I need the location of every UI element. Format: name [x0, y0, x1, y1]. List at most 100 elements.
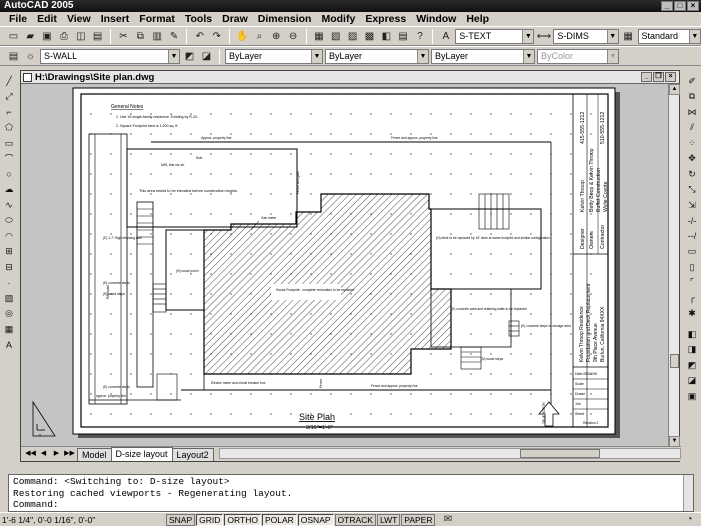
- fillet-icon[interactable]: ╭: [685, 291, 699, 306]
- lineweight-select[interactable]: ByLayer ▼: [431, 48, 535, 64]
- extend-icon[interactable]: --/: [685, 229, 699, 244]
- menu-draw[interactable]: Draw: [217, 13, 253, 25]
- copy-icon[interactable]: ⧉: [133, 29, 148, 44]
- help-icon[interactable]: ?: [413, 29, 428, 44]
- tray-settings-icon[interactable]: ◔: [682, 512, 697, 526]
- preview-icon[interactable]: ◫: [73, 29, 88, 44]
- redo-icon[interactable]: ↷: [209, 29, 224, 44]
- first-tab-icon[interactable]: ◀◀: [25, 448, 36, 459]
- ellipse-arc-icon[interactable]: ◠: [2, 229, 16, 244]
- maximize-button[interactable]: □: [674, 1, 686, 11]
- arc-icon[interactable]: ⌒: [2, 152, 16, 167]
- horizontal-scroll-thumb[interactable]: [519, 449, 600, 458]
- ellipse-icon[interactable]: ⬭: [2, 214, 16, 229]
- copy-object-icon[interactable]: ⧉: [685, 90, 699, 105]
- menu-insert[interactable]: Insert: [96, 13, 135, 25]
- bring-front-icon[interactable]: ◨: [685, 343, 699, 358]
- mirror-icon[interactable]: ⋈: [685, 105, 699, 120]
- coordinate-readout[interactable]: 1'-6 1/4", 0'-0 1/16", 0'-0": [0, 515, 166, 525]
- doc-close-button[interactable]: ×: [665, 72, 676, 82]
- drawing-canvas[interactable]: General Notes 1. Use 16 single-family re…: [21, 84, 669, 447]
- break-icon[interactable]: ▯: [685, 260, 699, 275]
- publish-icon[interactable]: ▤: [90, 29, 105, 44]
- snap-toggle[interactable]: SNAP: [166, 513, 196, 526]
- command-scrollbar[interactable]: [683, 475, 693, 511]
- minimize-button[interactable]: _: [661, 1, 673, 11]
- line-icon[interactable]: ╱: [2, 74, 16, 89]
- point-icon[interactable]: ·: [2, 276, 16, 291]
- save-icon[interactable]: ▣: [40, 29, 55, 44]
- sheet-set-icon[interactable]: ▩: [362, 29, 377, 44]
- menu-format[interactable]: Format: [134, 13, 180, 25]
- make-block-icon[interactable]: ⊟: [2, 260, 16, 275]
- horizontal-scrollbar[interactable]: [218, 448, 681, 459]
- scale-icon[interactable]: ⤡: [685, 183, 699, 198]
- circle-icon[interactable]: ○: [2, 167, 16, 182]
- prev-tab-icon[interactable]: ◀: [38, 448, 49, 459]
- properties-icon[interactable]: ▦: [312, 29, 327, 44]
- vertical-scroll-thumb[interactable]: [670, 354, 679, 368]
- calculator-icon[interactable]: ▤: [396, 29, 411, 44]
- lwt-toggle[interactable]: LWT: [376, 513, 401, 526]
- erase-icon[interactable]: ✐: [685, 74, 699, 89]
- ortho-toggle[interactable]: ORTHO: [224, 513, 261, 526]
- menu-file[interactable]: File: [4, 13, 32, 25]
- menu-window[interactable]: Window: [411, 13, 461, 25]
- vertical-scrollbar[interactable]: ▲ ▼: [668, 84, 680, 447]
- table-style-select[interactable]: Standard ▼: [637, 28, 701, 44]
- plot-icon[interactable]: ⎙: [57, 29, 72, 44]
- scroll-up-icon[interactable]: ▲: [669, 84, 680, 95]
- doc-minimize-button[interactable]: _: [641, 72, 652, 82]
- doc-restore-button[interactable]: ❐: [653, 72, 664, 82]
- array-icon[interactable]: ⁘: [685, 136, 699, 151]
- spline-icon[interactable]: ∿: [2, 198, 16, 213]
- command-prompt[interactable]: Command:: [13, 499, 689, 511]
- multiline-text-icon[interactable]: A: [2, 338, 16, 353]
- bring-above-icon[interactable]: ◪: [685, 374, 699, 389]
- layer-select[interactable]: S-WALL ▼: [40, 48, 180, 64]
- revision-cloud-icon[interactable]: ☁: [2, 183, 16, 198]
- polar-toggle[interactable]: POLAR: [261, 513, 297, 526]
- paste-icon[interactable]: ▥: [150, 29, 165, 44]
- menu-edit[interactable]: Edit: [32, 13, 62, 25]
- menu-modify[interactable]: Modify: [316, 13, 360, 25]
- color-select[interactable]: ByLayer ▼: [225, 48, 323, 64]
- tab-layout2[interactable]: Layout2: [171, 448, 214, 461]
- design-center-icon[interactable]: ▧: [328, 29, 343, 44]
- linetype-select[interactable]: ByLayer ▼: [325, 48, 429, 64]
- menu-tools[interactable]: Tools: [180, 13, 217, 25]
- hatch-icon[interactable]: ▨: [2, 291, 16, 306]
- new-icon[interactable]: ▭: [6, 29, 21, 44]
- command-window[interactable]: Command: <Switching to: D-size layout> R…: [8, 474, 694, 512]
- trim-icon[interactable]: -/-: [685, 214, 699, 229]
- rectangle-icon[interactable]: ▭: [2, 136, 16, 151]
- pan-icon[interactable]: ✋: [235, 29, 250, 44]
- polygon-icon[interactable]: ⬠: [2, 121, 16, 136]
- construction-line-icon[interactable]: ⤢: [2, 90, 16, 105]
- close-button[interactable]: ×: [687, 1, 699, 11]
- explode-icon[interactable]: ✱: [685, 307, 699, 322]
- text-style-select[interactable]: S-TEXT ▼: [455, 28, 535, 44]
- osnap-toggle[interactable]: OSNAP: [297, 513, 334, 526]
- cut-icon[interactable]: ✂: [116, 29, 131, 44]
- menu-express[interactable]: Express: [360, 13, 411, 25]
- polyline-icon[interactable]: ⌐: [2, 105, 16, 120]
- insert-block-icon[interactable]: ⊞: [2, 245, 16, 260]
- plotstyle-select[interactable]: ByColor ▼: [537, 48, 619, 64]
- chamfer-icon[interactable]: ⌜: [685, 276, 699, 291]
- send-back-icon[interactable]: ◩: [685, 358, 699, 373]
- move-icon[interactable]: ✥: [685, 152, 699, 167]
- comm-center-icon[interactable]: ✉: [440, 512, 455, 526]
- paper-toggle[interactable]: PAPER: [401, 513, 436, 526]
- tool-palettes-icon[interactable]: ▨: [345, 29, 360, 44]
- stretch-icon[interactable]: ⇲: [685, 198, 699, 213]
- layer-manager-icon[interactable]: ▤: [6, 49, 21, 64]
- table-icon[interactable]: ▦: [2, 322, 16, 337]
- undo-icon[interactable]: ↶: [192, 29, 207, 44]
- rotate-icon[interactable]: ↻: [685, 167, 699, 182]
- last-tab-icon[interactable]: ▶▶: [64, 448, 75, 459]
- grid-toggle[interactable]: GRID: [196, 513, 224, 526]
- send-under-icon[interactable]: ▣: [685, 389, 699, 404]
- zoom-window-icon[interactable]: ⊕: [269, 29, 284, 44]
- match-properties-icon[interactable]: ✎: [167, 29, 182, 44]
